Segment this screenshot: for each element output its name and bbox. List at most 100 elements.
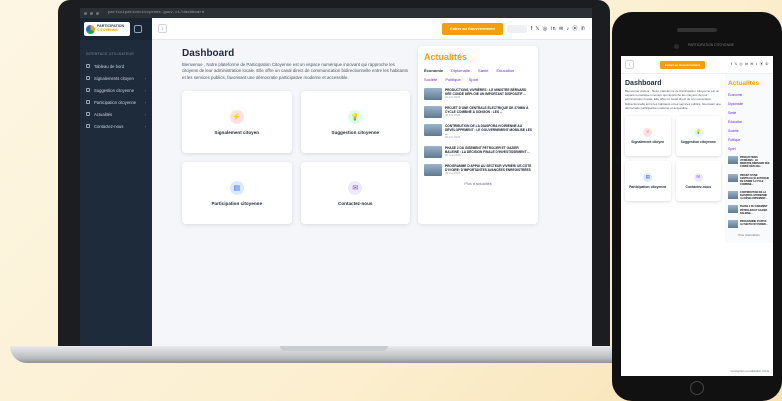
dashboard-card[interactable]: ▤ Participation citoyenne bbox=[182, 162, 292, 225]
dashboard-content: Dashboard Bienvenue , Notre plateforme d… bbox=[152, 40, 592, 225]
news-text: CONTRIBUTION DE LA DIASPORA IVOIRIENNE A… bbox=[445, 124, 532, 140]
browser-bar: participationcitoyenne.gouv.ci/dashboard bbox=[80, 8, 592, 18]
phone-news-thumbnail bbox=[728, 173, 738, 182]
phone-news-item[interactable]: PHASE 2 DU GISEMENT PÉTROLIER ET GAZIER … bbox=[728, 205, 770, 215]
news-tab[interactable]: Santé bbox=[478, 68, 488, 73]
address-bar[interactable]: participationcitoyenne.gouv.ci/dashboard bbox=[108, 11, 204, 15]
phone-news-item[interactable]: PRODUCTIONS VIVRIÈRES : LE MINISTRE BÉRN… bbox=[728, 156, 770, 169]
news-panel: Actualités Économie Diplomatie Santé Éducat… bbox=[418, 46, 538, 225]
phone-cta-button[interactable]: Entrer au Gouvernement bbox=[659, 60, 706, 69]
sidebar-item-label: Suggestion citoyenne bbox=[94, 87, 135, 93]
phone-screen: ⁝ Entrer au Gouvernement f 𝕏 ◎ in ✉ ♪ ⦿ … bbox=[621, 56, 773, 376]
language-select[interactable] bbox=[506, 24, 527, 33]
chevron-right-icon: › bbox=[144, 123, 146, 129]
phone-dashboard: Dashboard Bienvenue visiteur , Notre pla… bbox=[621, 74, 725, 243]
news-thumbnail bbox=[424, 88, 442, 100]
phone-news-thumbnail bbox=[728, 219, 738, 228]
news-item[interactable]: PROJET D'UNE CENTRALE ÉLECTRIQUE DE 370M… bbox=[424, 106, 532, 118]
phone-menu-button[interactable]: ⁝ bbox=[625, 60, 634, 69]
enter-government-button[interactable]: Entrer au Gouvernement bbox=[442, 22, 503, 35]
browser-reload-icon[interactable] bbox=[96, 11, 99, 15]
phone-status-text: PARTICIPATION CITOYENNE bbox=[688, 43, 734, 47]
news-tab[interactable]: Sport bbox=[469, 77, 479, 82]
news-text: PROJET D'UNE CENTRALE ÉLECTRIQUE DE 370M… bbox=[445, 106, 532, 118]
phone-news-item[interactable]: PROJET D'UNE CENTRALE ÉLECTRIQUE DE 370M… bbox=[728, 173, 770, 187]
news-item[interactable]: PROGRAMME D'APPUI AU SECTEUR VIVRIER/ UE… bbox=[424, 164, 532, 177]
dashboard-card[interactable]: 💡 Suggestion citoyenne bbox=[300, 91, 410, 154]
news-item[interactable]: PRODUCTIONS VIVRIÈRES : LE MINISTRE BÉRN… bbox=[424, 88, 532, 100]
phone-news-list: PRODUCTIONS VIVRIÈRES : LE MINISTRE BÉRN… bbox=[728, 156, 770, 228]
news-thumbnail bbox=[424, 106, 442, 118]
sidebar-item-left: Actualités bbox=[86, 112, 112, 117]
phone-news-tab[interactable]: Société bbox=[728, 129, 770, 133]
browser-back-icon[interactable] bbox=[84, 11, 87, 15]
phone-news-tab[interactable]: Sport bbox=[728, 147, 770, 151]
sidebar-item-left: Suggestion citoyenne bbox=[86, 88, 134, 93]
phone-news-tab[interactable]: Économie bbox=[728, 93, 770, 97]
social-icons[interactable]: f 𝕏 ◎ in ✉ ♪ ⦿ ✆ bbox=[531, 25, 586, 32]
news-item[interactable]: CONTRIBUTION DE LA DIASPORA IVOIRIENNE A… bbox=[424, 124, 532, 140]
dashboard-card[interactable]: ✉ Contactez-nous bbox=[300, 162, 410, 225]
phone-card[interactable]: ✉ Contactez-nous bbox=[675, 160, 721, 201]
news-text: PRODUCTIONS VIVRIÈRES : LE MINISTRE BÉRN… bbox=[445, 88, 532, 100]
topbar: ⁝ Entrer au Gouvernement f 𝕏 ◎ in ✉ ♪ ⦿ … bbox=[152, 18, 592, 40]
phone-card-icon: ⚡ bbox=[643, 127, 653, 137]
sidebar-item-label: Actualités bbox=[94, 111, 113, 117]
more-news-link[interactable]: Plus d'actualités bbox=[424, 182, 532, 186]
phone-card-icon: ✉ bbox=[693, 172, 703, 182]
phone-social-icons[interactable]: f 𝕏 ◎ in ✉ ♪ ⦿ ✆ bbox=[731, 62, 769, 67]
kebab-menu-button[interactable]: ⁝ bbox=[158, 24, 167, 33]
sidebar-item-label: Contactez-nous bbox=[94, 123, 124, 129]
sidebar-item[interactable]: Tableau de bord bbox=[80, 60, 152, 72]
dashboard-card-label: Suggestion citoyenne bbox=[331, 129, 380, 135]
sidebar-item-icon bbox=[86, 100, 90, 104]
phone-topbar: ⁝ Entrer au Gouvernement f 𝕏 ◎ in ✉ ♪ ⦿ … bbox=[621, 56, 773, 74]
phone-camera-icon bbox=[674, 44, 679, 49]
phone-news-tab[interactable]: Éducation bbox=[728, 120, 770, 124]
phone-news-title: Actualités bbox=[728, 80, 760, 87]
sidebar-item-left: Contactez-nous bbox=[86, 124, 123, 129]
news-date: 20 juin 2025 bbox=[445, 95, 461, 100]
chevron-right-icon: › bbox=[144, 111, 146, 117]
phone-more-news-link[interactable]: Plus d'actualités bbox=[728, 233, 770, 237]
phone-card[interactable]: ⚡ Signalement citoyen bbox=[625, 115, 671, 156]
news-list: PRODUCTIONS VIVRIÈRES : LE MINISTRE BÉRN… bbox=[424, 88, 532, 177]
phone-news-item[interactable]: CONTRIBUTION DE LA DIASPORA IVOIRIENNE A… bbox=[728, 191, 770, 200]
dashboard-card-icon: ▤ bbox=[229, 180, 244, 195]
sidebar-item[interactable]: Participation citoyenne › bbox=[80, 96, 152, 108]
news-thumbnail bbox=[424, 164, 442, 177]
phone-news-tab[interactable]: Diplomatie bbox=[728, 102, 770, 106]
news-tab[interactable]: Politique bbox=[445, 77, 460, 82]
phone-news-item[interactable]: PROGRAMME D'APPUI AU SECTEUR VIVRIER... bbox=[728, 219, 770, 228]
laptop-mockup: participationcitoyenne.gouv.ci/dashboard… bbox=[10, 0, 658, 365]
dashboard-card[interactable]: ⚡ Signalement citoyen bbox=[182, 91, 292, 154]
intro-text: Bienvenue , Notre plateforme de Particip… bbox=[182, 62, 408, 80]
news-item[interactable]: PHASE 2 DU GISEMENT PÉTROLIER ET GAZIER … bbox=[424, 146, 532, 159]
phone-card-label: Contactez-nous bbox=[685, 184, 711, 189]
news-tab[interactable]: Société bbox=[424, 77, 437, 82]
news-thumbnail bbox=[424, 146, 442, 159]
phone-page-title: Dashboard bbox=[625, 80, 662, 87]
sidebar-item[interactable]: Signalements citoyen › bbox=[80, 72, 152, 84]
phone-news-tab[interactable]: Santé bbox=[728, 111, 770, 115]
phone-news-thumbnail bbox=[728, 191, 738, 199]
sidebar-item[interactable]: Suggestion citoyenne › bbox=[80, 84, 152, 96]
laptop-notch bbox=[280, 346, 388, 351]
brand-logo[interactable]: PARTICIPATION CITOYENNE bbox=[84, 22, 130, 36]
news-tab[interactable]: Diplomatie bbox=[451, 68, 470, 73]
sidebar-item[interactable]: Actualités › bbox=[80, 108, 152, 120]
sidebar-brand: PARTICIPATION CITOYENNE bbox=[80, 18, 152, 40]
phone-news-tab[interactable]: Politique bbox=[728, 138, 770, 142]
phone-card-icon: ▤ bbox=[643, 172, 653, 182]
sidebar-item-left: Tableau de bord bbox=[86, 64, 124, 69]
sidebar-toggle-icon[interactable] bbox=[134, 25, 142, 33]
laptop-screen: participationcitoyenne.gouv.ci/dashboard… bbox=[80, 8, 592, 346]
news-tab[interactable]: Éducation bbox=[496, 68, 514, 73]
sidebar-item[interactable]: Contactez-nous › bbox=[80, 120, 152, 132]
phone-card[interactable]: ▤ Participation citoyenne bbox=[625, 160, 671, 201]
phone-home-button[interactable] bbox=[690, 381, 704, 395]
news-tab[interactable]: Économie bbox=[424, 68, 443, 73]
browser-forward-icon[interactable] bbox=[90, 11, 93, 15]
logo-mark-icon bbox=[86, 24, 95, 34]
phone-card[interactable]: 💡 Suggestion citoyenne bbox=[675, 115, 721, 156]
